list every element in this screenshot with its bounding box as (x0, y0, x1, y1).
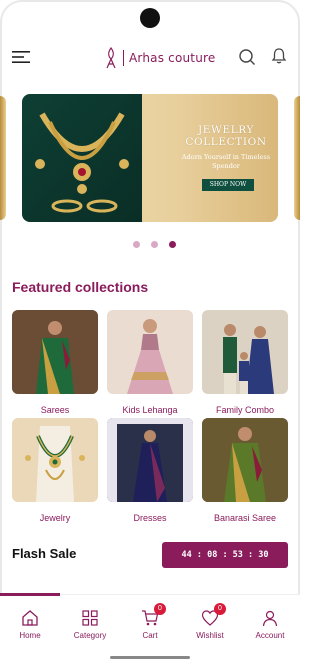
shop-now-button[interactable]: SHOP NOW (202, 179, 254, 191)
nav-label-home: Home (19, 631, 41, 640)
kids-lehanga-image (107, 310, 193, 394)
app-name: Arhas couture (129, 51, 216, 65)
collection-label: Family Combo (215, 405, 274, 415)
banner-carousel[interactable]: JEWELRY COLLECTION Adorn Yourself in Tim… (0, 94, 300, 224)
flash-sale-title: Flash Sale (12, 546, 77, 561)
banner-subtitle-line1: Adorn Yourself in Timeless (181, 153, 271, 161)
bell-icon[interactable] (270, 47, 288, 65)
logo-mark-icon (106, 47, 116, 69)
banner-title: JEWELRY COLLECTION (170, 124, 278, 148)
sarees-image (12, 310, 98, 394)
collection-label: Jewelry (39, 513, 71, 523)
banner-subtitle-line2: Spendor (212, 162, 240, 170)
active-tab-indicator (0, 593, 60, 596)
collection-card-jewelry[interactable]: Jewelry (12, 418, 98, 523)
cart-count-badge: 0 (154, 603, 166, 615)
search-icon[interactable] (238, 48, 256, 66)
grid-icon (82, 610, 98, 626)
featured-collections-title: Featured collections (12, 279, 149, 295)
banner-subtitle: Adorn Yourself in Timeless Spendor (162, 153, 278, 171)
flash-sale-countdown: 44 : 08 : 53 : 30 (162, 542, 288, 568)
collection-card-banarasi-saree[interactable]: Banarasi Saree (202, 418, 288, 523)
user-icon (262, 610, 278, 627)
jewelry-collection-banner[interactable]: JEWELRY COLLECTION Adorn Yourself in Tim… (22, 94, 278, 222)
banarasi-saree-image (202, 418, 288, 502)
carousel-dot-2[interactable] (151, 241, 158, 248)
nav-item-account[interactable]: Account (240, 609, 300, 640)
logo-separator (123, 50, 124, 66)
front-camera (140, 8, 160, 28)
previous-banner-peek[interactable] (0, 96, 6, 220)
collection-card-sarees[interactable]: Sarees (12, 310, 98, 415)
carousel-dot-3[interactable] (169, 241, 176, 248)
nav-item-wishlist[interactable]: 0 Wishlist (180, 603, 240, 640)
banner-title-line1: JEWELRY (197, 124, 255, 136)
next-banner-peek[interactable] (294, 96, 300, 220)
collection-label: Kids Lehanga (122, 405, 178, 415)
collection-card-family-combo[interactable]: Family Combo (202, 310, 288, 415)
nav-item-home[interactable]: Home (0, 609, 60, 640)
app-header: Arhas couture (0, 44, 300, 72)
nav-label-wishlist: Wishlist (196, 631, 224, 640)
nav-item-category[interactable]: Category (60, 609, 120, 640)
jewelry-necklace-image (22, 94, 142, 222)
nav-label-account: Account (255, 631, 285, 640)
carousel-dot-1[interactable] (133, 241, 140, 248)
family-combo-image (202, 310, 288, 394)
collection-card-dresses[interactable]: Dresses (107, 418, 193, 523)
home-indicator (110, 656, 190, 659)
collection-card-kids-lehanga[interactable]: Kids Lehanga (107, 310, 193, 415)
nav-label-category: Category (73, 631, 107, 640)
collection-label: Dresses (133, 513, 167, 523)
wishlist-count-badge: 0 (214, 603, 226, 615)
collection-label: Banarasi Saree (213, 513, 277, 523)
hamburger-menu-icon[interactable] (12, 50, 30, 64)
dresses-image (107, 418, 193, 502)
carousel-pagination (133, 241, 176, 248)
brand-logo[interactable]: Arhas couture (104, 46, 215, 70)
banner-title-line2: COLLECTION (185, 136, 267, 148)
jewelry-image (12, 418, 98, 502)
nav-label-cart: Cart (142, 631, 158, 640)
home-icon (22, 610, 38, 626)
nav-item-cart[interactable]: 0 Cart (120, 603, 180, 640)
collection-label: Sarees (40, 405, 70, 415)
